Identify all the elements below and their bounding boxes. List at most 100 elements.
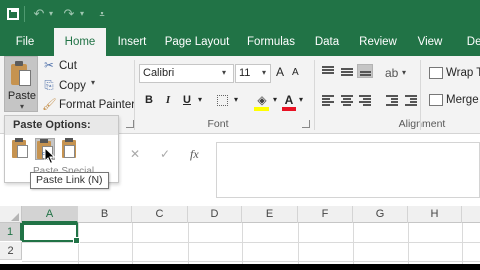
font-name-combobox[interactable]: Calibri	[139, 64, 234, 83]
group-divider	[314, 60, 315, 130]
customize-qat-icon[interactable]: ⩡	[96, 6, 108, 22]
gridline	[188, 223, 189, 270]
active-cell-a1[interactable]	[22, 223, 80, 244]
tab-home[interactable]: Home	[54, 28, 106, 57]
select-all-button[interactable]	[0, 206, 22, 223]
save-icon[interactable]	[5, 6, 21, 22]
column-header-f[interactable]: F	[298, 206, 353, 223]
tab-developer[interactable]: Dev	[462, 28, 480, 56]
fill-color-dropdown-icon[interactable]: ▾	[271, 92, 279, 108]
column-header-a[interactable]: A	[22, 206, 78, 223]
undo-dropdown-icon[interactable]: ▾	[47, 6, 55, 22]
formula-controls: ✕ ✓ fx	[118, 144, 214, 166]
paintbrush-icon: 🖌	[42, 99, 57, 111]
increase-indent-button[interactable]	[403, 93, 419, 107]
column-header-row: A B C D E F G H	[0, 206, 480, 223]
enter-icon[interactable]: ✓	[160, 147, 170, 161]
column-header-d[interactable]: D	[188, 206, 242, 223]
column-header-h[interactable]: H	[408, 206, 462, 223]
copy-dropdown-icon[interactable]: ▾	[91, 78, 95, 87]
column-header-g[interactable]: G	[353, 206, 408, 223]
clipboard-launcher-icon[interactable]	[126, 120, 134, 128]
scissors-icon: ✂	[44, 60, 54, 72]
tab-data[interactable]: Data	[312, 28, 342, 56]
gridline	[132, 223, 133, 270]
alignment-group-label: Alignment	[398, 118, 446, 130]
paste-option-paste-icon[interactable]	[11, 138, 31, 160]
tab-insert[interactable]: Insert	[112, 28, 152, 56]
insert-function-icon[interactable]: fx	[190, 147, 199, 162]
increase-font-size-button[interactable]: A	[276, 65, 284, 79]
font-launcher-icon[interactable]	[302, 120, 310, 128]
column-header-e[interactable]: E	[242, 206, 298, 223]
bold-button[interactable]: B	[143, 92, 155, 108]
bottom-align-button[interactable]	[357, 64, 373, 78]
worksheet-grid: A B C D E F G H 1 2	[0, 206, 480, 270]
wrap-text-label: Wrap T	[446, 67, 480, 79]
decrease-font-size-button[interactable]: A	[292, 67, 299, 78]
cut-label: Cut	[59, 60, 77, 72]
column-header-c[interactable]: C	[132, 206, 188, 223]
font-color-button[interactable]: A	[282, 92, 296, 108]
merge-center-button[interactable]: Merge	[429, 92, 479, 108]
font-name-dropdown-icon[interactable]: ▾	[222, 68, 226, 77]
format-painter-label: Format Painter	[59, 99, 136, 111]
ribbon-tabs: File Home Insert Page Layout Formulas Da…	[0, 28, 480, 57]
cancel-icon[interactable]: ✕	[130, 147, 140, 161]
middle-align-button[interactable]	[339, 64, 355, 78]
wrap-text-button[interactable]: Wrap T	[429, 65, 480, 81]
borders-dropdown-icon[interactable]: ▾	[232, 92, 240, 108]
underline-button[interactable]: U	[181, 92, 193, 108]
row-header-1[interactable]: 1	[0, 223, 22, 241]
orientation-dropdown-icon[interactable]: ▾	[402, 68, 406, 77]
tab-view[interactable]: View	[414, 28, 446, 56]
excel-window: ↶ ▾ ↷ ▾ ⩡ File Home Insert Page Layout F…	[0, 0, 480, 270]
orientation-button[interactable]: ab	[385, 66, 398, 80]
gridline	[408, 223, 409, 270]
underline-dropdown-icon[interactable]: ▾	[196, 92, 204, 108]
paste-label: Paste	[7, 90, 37, 102]
mouse-cursor-icon	[44, 146, 56, 165]
group-divider	[134, 60, 135, 130]
row-header-2[interactable]: 2	[0, 242, 22, 260]
fill-color-swatch	[254, 107, 269, 111]
decrease-indent-button[interactable]	[384, 93, 400, 107]
redo-icon[interactable]: ↷	[62, 6, 76, 22]
paste-options-title: Paste Options:	[5, 116, 118, 135]
title-bar: ↶ ▾ ↷ ▾ ⩡	[0, 0, 480, 28]
paste-option-values-icon[interactable]	[61, 138, 81, 160]
tab-page-layout[interactable]: Page Layout	[164, 28, 230, 56]
merge-icon	[429, 93, 443, 106]
gridline	[353, 223, 354, 270]
copy-icon: ⎘	[44, 80, 54, 92]
gridline	[298, 223, 299, 270]
cut-button[interactable]: ✂ Cut	[42, 57, 77, 75]
format-painter-button[interactable]: 🖌 Format Painter	[42, 96, 135, 114]
align-center-button[interactable]	[339, 93, 355, 107]
tab-file[interactable]: File	[6, 28, 44, 56]
fill-color-button[interactable]: ◈	[254, 92, 270, 108]
font-color-dropdown-icon[interactable]: ▾	[297, 92, 305, 108]
tab-review[interactable]: Review	[358, 28, 398, 56]
chevron-down-icon: ▾	[19, 102, 24, 111]
font-group-label: Font	[207, 118, 229, 130]
gridline	[462, 223, 463, 270]
copy-button[interactable]: ⎘ Copy	[42, 77, 85, 95]
paste-button[interactable]: Paste ▾	[4, 56, 38, 112]
column-header-b[interactable]: B	[78, 206, 132, 223]
top-align-button[interactable]	[320, 64, 336, 78]
formula-input[interactable]	[216, 142, 480, 198]
merge-label: Merge	[446, 94, 479, 106]
qat-separator	[24, 6, 25, 22]
align-right-button[interactable]	[357, 93, 373, 107]
borders-button[interactable]	[215, 92, 229, 108]
align-left-button[interactable]	[320, 93, 336, 107]
undo-icon[interactable]: ↶	[32, 6, 46, 22]
borders-icon	[216, 94, 228, 106]
gridline	[22, 261, 480, 262]
font-size-dropdown-icon[interactable]: ▾	[262, 68, 266, 77]
redo-dropdown-icon[interactable]: ▾	[78, 6, 86, 22]
italic-button[interactable]: I	[162, 92, 174, 108]
tab-formulas[interactable]: Formulas	[244, 28, 298, 56]
paste-link-tooltip: Paste Link (N)	[30, 172, 109, 189]
